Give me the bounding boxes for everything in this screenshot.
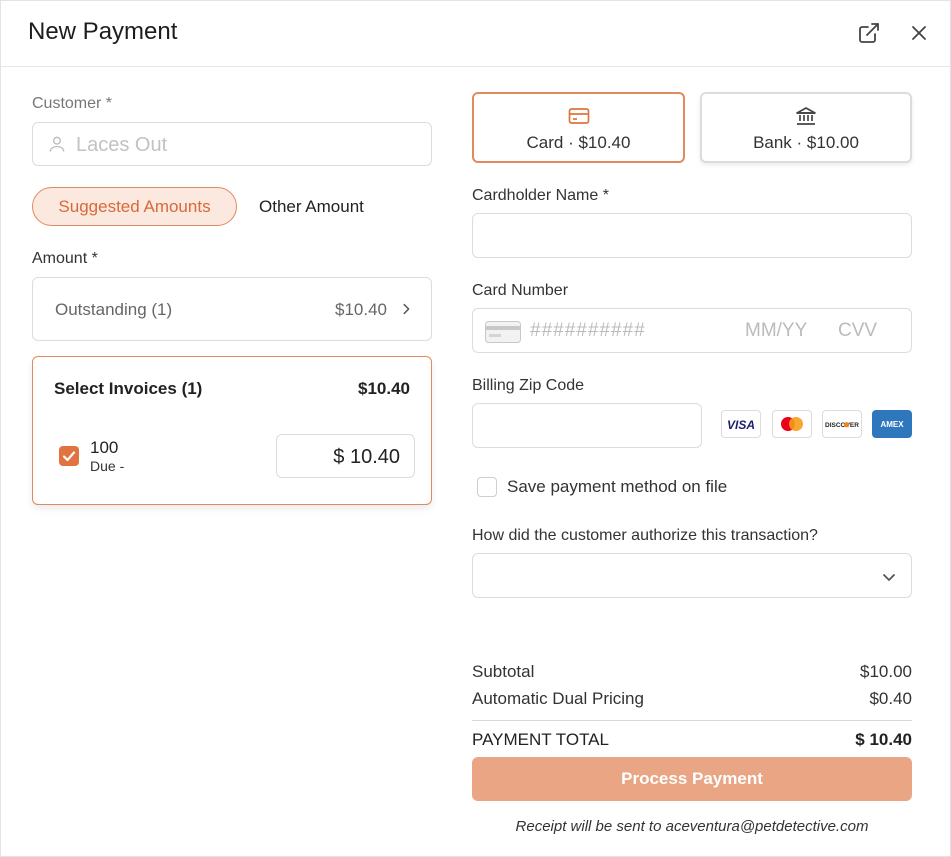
amex-icon: AMEX bbox=[872, 410, 912, 438]
invoice-amount-input[interactable]: $ 10.40 bbox=[276, 434, 415, 478]
process-payment-button[interactable]: Process Payment bbox=[472, 757, 912, 801]
save-method-checkbox[interactable] bbox=[477, 477, 497, 497]
payment-method-card[interactable]: Card · $10.40 bbox=[472, 92, 685, 163]
outstanding-label: Outstanding (1) bbox=[55, 300, 173, 319]
outstanding-value: $10.40 bbox=[335, 300, 387, 319]
subtotal-row: Subtotal $10.00 bbox=[472, 662, 912, 682]
authorization-select[interactable] bbox=[472, 553, 912, 598]
authorization-label: How did the customer authorize this tran… bbox=[472, 527, 818, 544]
card-method-label: Card · $10.40 bbox=[526, 133, 631, 152]
card-placeholder-icon bbox=[485, 321, 521, 343]
invoice-number: 100 bbox=[90, 438, 119, 457]
invoices-title: Select Invoices (1) bbox=[54, 379, 203, 398]
bank-icon bbox=[796, 107, 816, 125]
cardholder-name-input[interactable] bbox=[472, 213, 912, 258]
save-method-label: Save payment method on file bbox=[507, 477, 728, 496]
customer-placeholder: Laces Out bbox=[76, 134, 168, 156]
user-icon bbox=[49, 136, 65, 152]
tab-other-amount[interactable]: Other Amount bbox=[259, 197, 364, 217]
close-icon[interactable] bbox=[907, 21, 931, 45]
check-icon bbox=[62, 451, 76, 462]
receipt-note: Receipt will be sent to aceventura@petde… bbox=[515, 818, 869, 835]
expiry-placeholder[interactable]: MM/YY bbox=[745, 320, 807, 342]
bank-method-label: Bank · $10.00 bbox=[753, 133, 859, 152]
modal-title: New Payment bbox=[28, 18, 178, 45]
credit-card-icon bbox=[568, 108, 589, 124]
new-payment-modal: New Payment Customer * Laces Out Suggest… bbox=[0, 0, 951, 857]
invoice-checkbox[interactable] bbox=[59, 446, 79, 466]
payment-method-bank[interactable]: Bank · $10.00 bbox=[700, 92, 912, 163]
customer-label: Customer * bbox=[32, 95, 113, 112]
tab-suggested-amounts[interactable]: Suggested Amounts bbox=[32, 187, 237, 226]
customer-input[interactable]: Laces Out bbox=[32, 122, 432, 166]
invoice-due: Due - bbox=[90, 458, 125, 474]
cardholder-label: Cardholder Name * bbox=[472, 187, 609, 204]
payment-total-row: PAYMENT TOTAL $ 10.40 bbox=[472, 730, 912, 750]
dual-pricing-row: Automatic Dual Pricing $0.40 bbox=[472, 689, 912, 709]
amex-logo-text: AMEX bbox=[880, 420, 904, 429]
zip-label: Billing Zip Code bbox=[472, 377, 585, 394]
subtotal-value: $10.00 bbox=[860, 662, 912, 681]
discover-logo-text: DISCOVER bbox=[825, 422, 859, 429]
discover-icon: DISCOVER bbox=[822, 410, 862, 438]
cvv-placeholder[interactable]: CVV bbox=[838, 320, 877, 342]
dual-pricing-value: $0.40 bbox=[869, 689, 912, 708]
payment-total-label: PAYMENT TOTAL bbox=[472, 730, 609, 749]
billing-zip-input[interactable] bbox=[472, 403, 702, 448]
mastercard-icon bbox=[772, 410, 812, 438]
card-number-label: Card Number bbox=[472, 282, 569, 299]
select-invoices-panel: Select Invoices (1) $10.40 100 Due - $ 1… bbox=[32, 356, 432, 505]
visa-icon: VISA bbox=[721, 410, 761, 438]
chevron-down-icon bbox=[883, 574, 895, 581]
card-number-input[interactable]: ########## MM/YY CVV bbox=[472, 308, 912, 353]
card-number-placeholder: ########## bbox=[530, 320, 646, 341]
outstanding-selector[interactable]: Outstanding (1) $10.40 bbox=[32, 277, 432, 341]
invoice-amount-value: $ 10.40 bbox=[333, 446, 400, 468]
external-link-icon[interactable] bbox=[857, 21, 881, 45]
subtotal-label: Subtotal bbox=[472, 662, 535, 681]
visa-logo-text: VISA bbox=[727, 418, 755, 432]
invoices-total: $10.40 bbox=[358, 379, 410, 398]
chevron-right-icon bbox=[403, 303, 410, 315]
payment-total-value: $ 10.40 bbox=[855, 730, 912, 749]
modal-header: New Payment bbox=[1, 1, 951, 67]
dual-pricing-label: Automatic Dual Pricing bbox=[472, 689, 644, 708]
amount-label: Amount * bbox=[32, 250, 98, 267]
summary-divider bbox=[472, 720, 912, 721]
